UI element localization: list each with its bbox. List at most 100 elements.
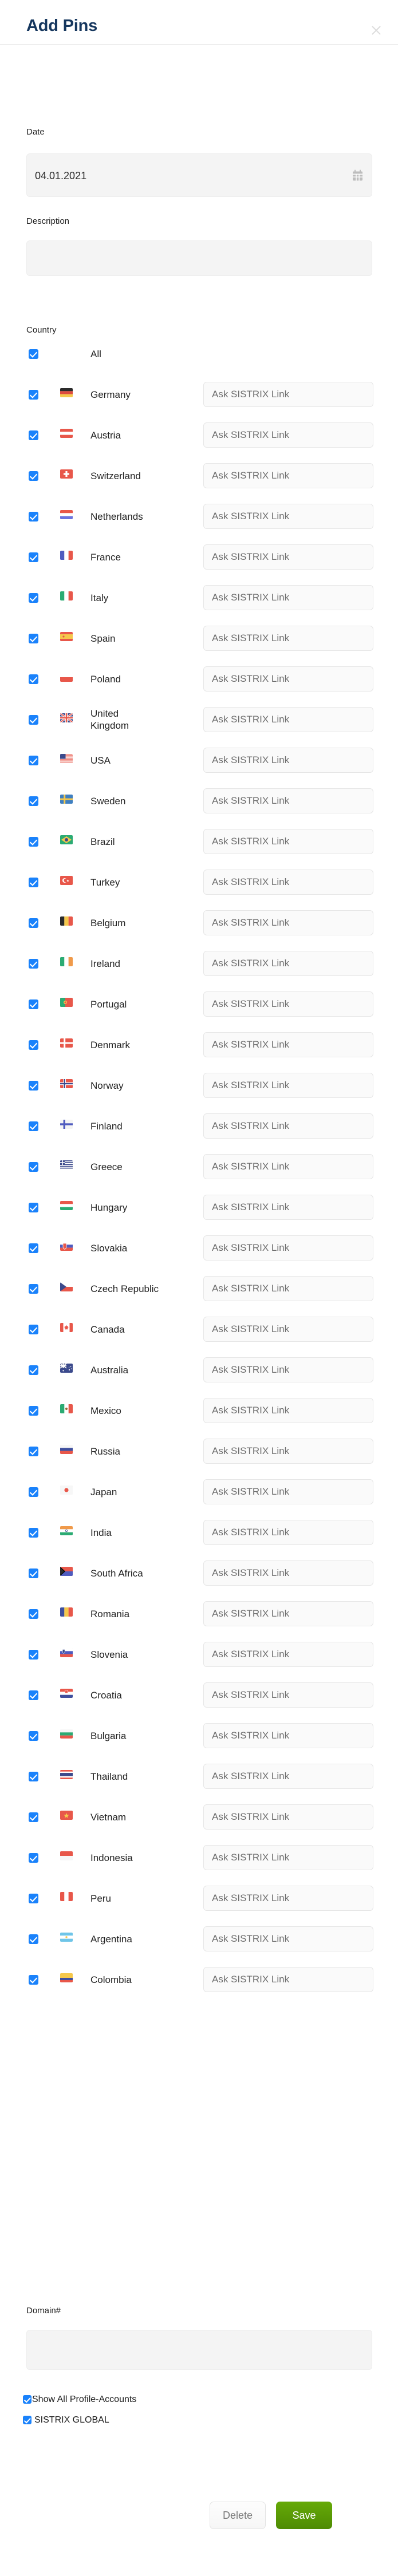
- delete-button[interactable]: Delete: [210, 2502, 266, 2529]
- sistrix-link-input[interactable]: [203, 1886, 373, 1911]
- country-checkbox[interactable]: [29, 999, 38, 1009]
- flag-icon-mx: [60, 1404, 73, 1413]
- country-checkbox[interactable]: [29, 1690, 38, 1700]
- country-checkbox[interactable]: [29, 1812, 38, 1822]
- sistrix-link-input[interactable]: [203, 666, 373, 692]
- sistrix-link-input[interactable]: [203, 504, 373, 529]
- close-icon[interactable]: [368, 22, 385, 39]
- sistrix-link-input[interactable]: [203, 544, 373, 570]
- sistrix-link-input[interactable]: [203, 585, 373, 610]
- sistrix-link-input[interactable]: [203, 1642, 373, 1667]
- show-all-profile-accounts-checkbox[interactable]: Show All Profile-Accounts: [23, 2394, 136, 2405]
- country-checkbox[interactable]: [29, 1447, 38, 1456]
- country-checkbox[interactable]: [29, 1568, 38, 1578]
- country-checkbox[interactable]: [29, 390, 38, 400]
- country-checkbox[interactable]: [29, 878, 38, 887]
- sistrix-link-input[interactable]: [203, 748, 373, 773]
- sistrix-link-input[interactable]: [203, 1682, 373, 1708]
- sistrix-link-input[interactable]: [203, 626, 373, 651]
- sistrix-link-input[interactable]: [203, 1154, 373, 1179]
- country-checkbox[interactable]: [29, 1934, 38, 1944]
- country-checkbox[interactable]: [29, 552, 38, 562]
- country-checkbox[interactable]: [29, 1081, 38, 1091]
- country-checkbox[interactable]: [29, 1325, 38, 1334]
- country-checkbox[interactable]: [29, 756, 38, 765]
- sistrix-link-input[interactable]: [203, 707, 373, 732]
- sistrix-link-input[interactable]: [203, 1967, 373, 1992]
- sistrix-link-input[interactable]: [203, 1723, 373, 1748]
- calendar-icon[interactable]: [353, 169, 362, 181]
- date-field[interactable]: 04.01.2021: [26, 153, 372, 197]
- sistrix-link-input[interactable]: [203, 1479, 373, 1504]
- country-checkbox[interactable]: [29, 715, 38, 725]
- country-checkbox[interactable]: [29, 1853, 38, 1863]
- country-checkbox[interactable]: [29, 1894, 38, 1903]
- flag-icon-jp: [60, 1485, 73, 1495]
- description-input[interactable]: [26, 240, 372, 276]
- sistrix-link-input[interactable]: [203, 1113, 373, 1139]
- country-checkbox[interactable]: [29, 1284, 38, 1294]
- country-checkbox[interactable]: [29, 959, 38, 969]
- checkbox-icon[interactable]: [23, 2395, 31, 2404]
- sistrix-link-input[interactable]: [203, 1560, 373, 1586]
- sistrix-link-input[interactable]: [203, 382, 373, 407]
- sistrix-link-input[interactable]: [203, 1235, 373, 1261]
- sistrix-link-input[interactable]: [203, 870, 373, 895]
- sistrix-link-input[interactable]: [203, 422, 373, 448]
- country-checkbox[interactable]: [29, 1406, 38, 1416]
- country-checkbox[interactable]: [29, 471, 38, 481]
- domain-input[interactable]: [26, 2330, 372, 2370]
- country-checkbox[interactable]: [29, 1203, 38, 1212]
- flag-icon-ca: [60, 1323, 73, 1332]
- sistrix-link-input[interactable]: [203, 1764, 373, 1789]
- country-checkbox[interactable]: [29, 1975, 38, 1985]
- country-checkbox[interactable]: [29, 918, 38, 928]
- country-checkbox[interactable]: [29, 1487, 38, 1497]
- sistrix-link-input[interactable]: [203, 1317, 373, 1342]
- sistrix-link-input[interactable]: [203, 1073, 373, 1098]
- country-checkbox[interactable]: [29, 1040, 38, 1050]
- country-checkbox[interactable]: [29, 674, 38, 684]
- country-checkbox[interactable]: [29, 349, 38, 359]
- sistrix-link-input[interactable]: [203, 1926, 373, 1951]
- country-checkbox[interactable]: [29, 1609, 38, 1619]
- sistrix-link-input[interactable]: [203, 1439, 373, 1464]
- sistrix-link-input[interactable]: [203, 829, 373, 854]
- sistrix-link-input[interactable]: [203, 1195, 373, 1220]
- country-checkbox[interactable]: [29, 634, 38, 643]
- country-checkbox[interactable]: [29, 512, 38, 521]
- sistrix-link-input[interactable]: [203, 1398, 373, 1423]
- country-checkbox[interactable]: [29, 1121, 38, 1131]
- country-checkbox[interactable]: [29, 1365, 38, 1375]
- sistrix-link-input[interactable]: [203, 1520, 373, 1545]
- sistrix-link-input[interactable]: [203, 910, 373, 935]
- country-label: Vietnam: [90, 1811, 127, 1823]
- save-button[interactable]: Save: [276, 2502, 332, 2529]
- country-row: South Africa: [0, 1560, 398, 1601]
- country-checkbox[interactable]: [29, 1731, 38, 1741]
- sistrix-link-input[interactable]: [203, 1804, 373, 1830]
- country-checkbox[interactable]: [29, 1650, 38, 1660]
- country-checkbox[interactable]: [29, 1243, 38, 1253]
- sistrix-link-input[interactable]: [203, 1357, 373, 1382]
- country-checkbox[interactable]: [29, 837, 38, 847]
- sistrix-link-input[interactable]: [203, 951, 373, 976]
- sistrix-global-checkbox[interactable]: SISTRIX GLOBAL: [23, 2415, 109, 2425]
- country-label: Indonesia: [90, 1852, 133, 1863]
- sistrix-link-input[interactable]: [203, 1032, 373, 1057]
- sistrix-link-input[interactable]: [203, 991, 373, 1017]
- checkbox-icon[interactable]: [23, 2416, 31, 2424]
- sistrix-link-input[interactable]: [203, 1276, 373, 1301]
- country-checkbox[interactable]: [29, 1528, 38, 1538]
- country-checkbox[interactable]: [29, 1162, 38, 1172]
- country-checkbox[interactable]: [29, 593, 38, 603]
- country-checkbox[interactable]: [29, 430, 38, 440]
- sistrix-link-input[interactable]: [203, 1845, 373, 1870]
- sistrix-link-input[interactable]: [203, 1601, 373, 1626]
- sistrix-link-input[interactable]: [203, 463, 373, 488]
- country-checkbox[interactable]: [29, 1772, 38, 1781]
- country-checkbox[interactable]: [29, 796, 38, 806]
- country-row: Austria: [0, 422, 398, 463]
- country-label: Ireland: [90, 958, 120, 969]
- sistrix-link-input[interactable]: [203, 788, 373, 813]
